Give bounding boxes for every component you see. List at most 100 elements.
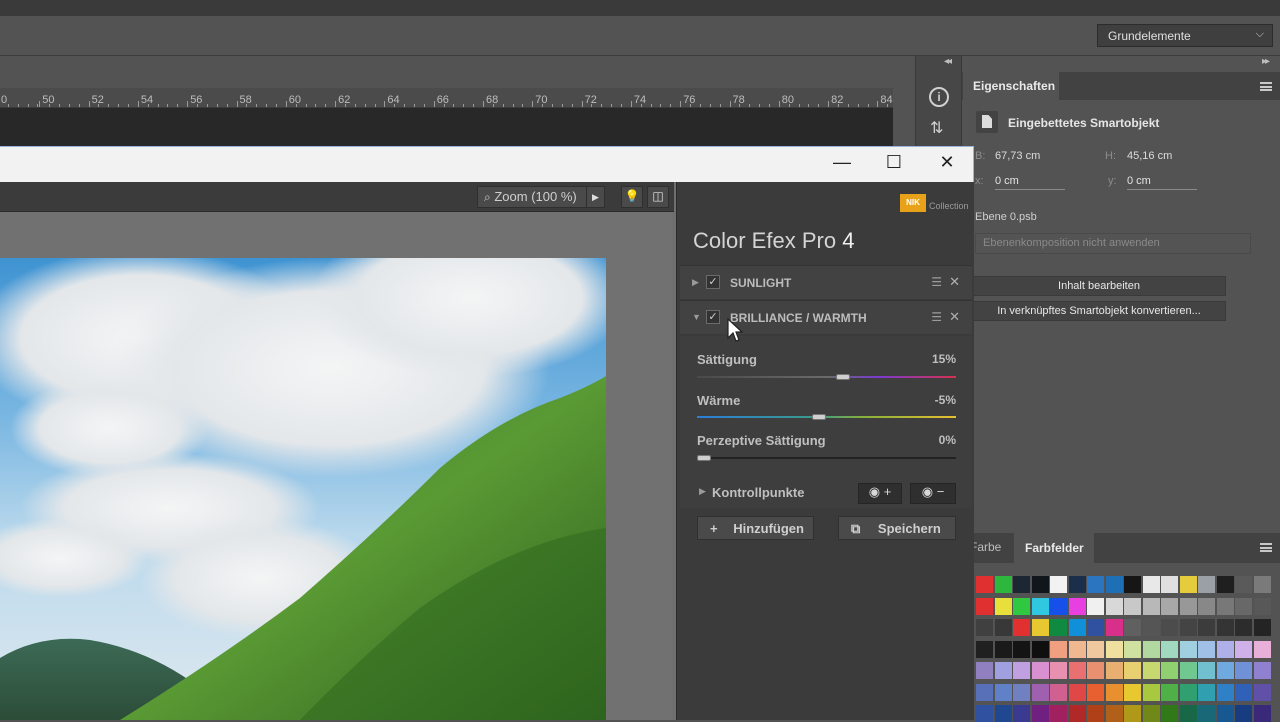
color-swatch[interactable] [1161, 683, 1178, 701]
color-swatch[interactable] [1198, 576, 1215, 593]
filter-menu-icon[interactable]: ☰ [931, 275, 942, 289]
color-swatch[interactable] [1013, 597, 1030, 615]
color-swatch[interactable] [1124, 683, 1141, 701]
color-swatch[interactable] [1161, 662, 1178, 679]
color-swatch[interactable] [1198, 597, 1215, 615]
enable-checkbox[interactable]: ✓ [706, 275, 720, 289]
color-swatch[interactable] [1235, 640, 1252, 658]
color-swatch[interactable] [1105, 619, 1123, 636]
save-button[interactable]: ⧉ Speichern [838, 516, 956, 540]
color-swatch[interactable] [1124, 619, 1141, 636]
color-swatch[interactable] [1142, 619, 1160, 636]
color-swatch[interactable] [1235, 597, 1252, 615]
color-swatch[interactable] [1105, 662, 1123, 679]
color-swatch[interactable] [1105, 597, 1123, 615]
color-swatch[interactable] [1161, 576, 1178, 593]
color-swatch[interactable] [994, 576, 1012, 593]
color-swatch[interactable] [1013, 662, 1030, 679]
y-field[interactable]: 0 cm [1127, 175, 1197, 190]
color-swatch[interactable] [1142, 640, 1160, 658]
panel-menu-icon[interactable] [1260, 82, 1272, 91]
color-swatch[interactable] [1031, 705, 1049, 722]
filter-row-brilliance-warmth[interactable]: ▼ ✓ BRILLIANCE / WARMTH ☰ ✕ [680, 300, 972, 334]
close-button[interactable]: ✕ [922, 147, 972, 181]
slider-saturation[interactable] [697, 376, 956, 378]
color-swatch[interactable] [1235, 683, 1252, 701]
color-swatch[interactable] [1142, 597, 1160, 615]
color-swatch[interactable] [976, 705, 993, 722]
color-swatch[interactable] [976, 640, 993, 658]
collapse-arrows-icon[interactable]: ◂◂ [944, 56, 952, 67]
color-swatch[interactable] [1179, 683, 1197, 701]
color-swatch[interactable] [1253, 662, 1271, 679]
layer-comp-select[interactable]: Ebenenkomposition nicht anwenden [975, 233, 1251, 254]
color-swatch[interactable] [976, 683, 993, 701]
panel-menu-icon[interactable] [1260, 543, 1272, 552]
color-swatch[interactable] [1087, 576, 1104, 593]
color-swatch[interactable] [1179, 662, 1197, 679]
color-swatch[interactable] [1124, 640, 1141, 658]
color-swatch[interactable] [994, 705, 1012, 722]
color-swatch[interactable] [1013, 619, 1030, 636]
color-swatch[interactable] [1253, 683, 1271, 701]
color-swatch[interactable] [1198, 640, 1215, 658]
color-swatch[interactable] [1235, 619, 1252, 636]
color-swatch[interactable] [1198, 662, 1215, 679]
color-swatch[interactable] [1253, 705, 1271, 722]
convert-linked-button[interactable]: In verknüpftes Smartobjekt konvertieren.… [972, 301, 1226, 321]
color-swatch[interactable] [1050, 597, 1067, 615]
color-swatch[interactable] [1161, 705, 1178, 722]
color-swatch[interactable] [1179, 640, 1197, 658]
color-swatch[interactable] [1124, 597, 1141, 615]
expand-arrows-icon[interactable]: ▸▸ [1262, 56, 1270, 67]
color-swatch[interactable] [1179, 619, 1197, 636]
color-swatch[interactable] [1087, 640, 1104, 658]
collapse-icon[interactable]: ▼ [692, 312, 701, 322]
color-swatch[interactable] [1161, 640, 1178, 658]
color-swatch[interactable] [1124, 662, 1141, 679]
color-swatch[interactable] [994, 662, 1012, 679]
color-swatch[interactable] [1068, 640, 1086, 658]
color-swatch[interactable] [1068, 683, 1086, 701]
filter-row-sunlight[interactable]: ▶ ✓ SUNLIGHT ☰ ✕ [680, 265, 972, 299]
color-swatch[interactable] [1235, 576, 1252, 593]
color-swatch[interactable] [1179, 597, 1197, 615]
minimize-button[interactable]: — [817, 147, 867, 181]
color-swatch[interactable] [1013, 576, 1030, 593]
workspace-select[interactable]: Grundelemente ⌵ [1097, 24, 1273, 47]
color-swatch[interactable] [1087, 683, 1104, 701]
edit-contents-button[interactable]: Inhalt bearbeiten [972, 276, 1226, 296]
color-swatch[interactable] [1142, 576, 1160, 593]
slider-thumb-warmth[interactable] [812, 414, 826, 420]
filter-menu-icon[interactable]: ☰ [931, 310, 942, 324]
expand-icon[interactable]: ▶ [699, 486, 706, 497]
color-swatch[interactable] [1050, 683, 1067, 701]
x-field[interactable]: 0 cm [995, 175, 1065, 190]
color-swatch[interactable] [1087, 705, 1104, 722]
remove-control-point-button[interactable]: ◉ − [910, 483, 956, 504]
color-swatch[interactable] [1235, 662, 1252, 679]
tab-color[interactable]: Farbe [970, 540, 1001, 554]
slider-thumb-saturation[interactable] [836, 374, 850, 380]
add-filter-button[interactable]: + Hinzufügen [697, 516, 814, 540]
color-swatch[interactable] [1124, 705, 1141, 722]
color-swatch[interactable] [1105, 705, 1123, 722]
lightbulb-icon[interactable]: 💡 [621, 186, 643, 208]
color-swatch[interactable] [994, 597, 1012, 615]
color-swatch[interactable] [1050, 705, 1067, 722]
tab-swatches[interactable]: Farbfelder [1014, 533, 1094, 563]
color-swatch[interactable] [1198, 619, 1215, 636]
color-swatch[interactable] [1013, 705, 1030, 722]
enable-checkbox[interactable]: ✓ [706, 310, 720, 324]
color-swatch[interactable] [1253, 597, 1271, 615]
color-swatch[interactable] [1142, 662, 1160, 679]
color-swatch[interactable] [1013, 683, 1030, 701]
color-swatch[interactable] [976, 576, 993, 593]
color-swatch[interactable] [1031, 683, 1049, 701]
color-swatch[interactable] [1068, 662, 1086, 679]
color-swatch[interactable] [1161, 619, 1178, 636]
color-swatch[interactable] [1198, 705, 1215, 722]
add-control-point-button[interactable]: ◉ + [858, 483, 902, 504]
color-swatch[interactable] [1216, 683, 1234, 701]
color-swatch[interactable] [1050, 576, 1067, 593]
